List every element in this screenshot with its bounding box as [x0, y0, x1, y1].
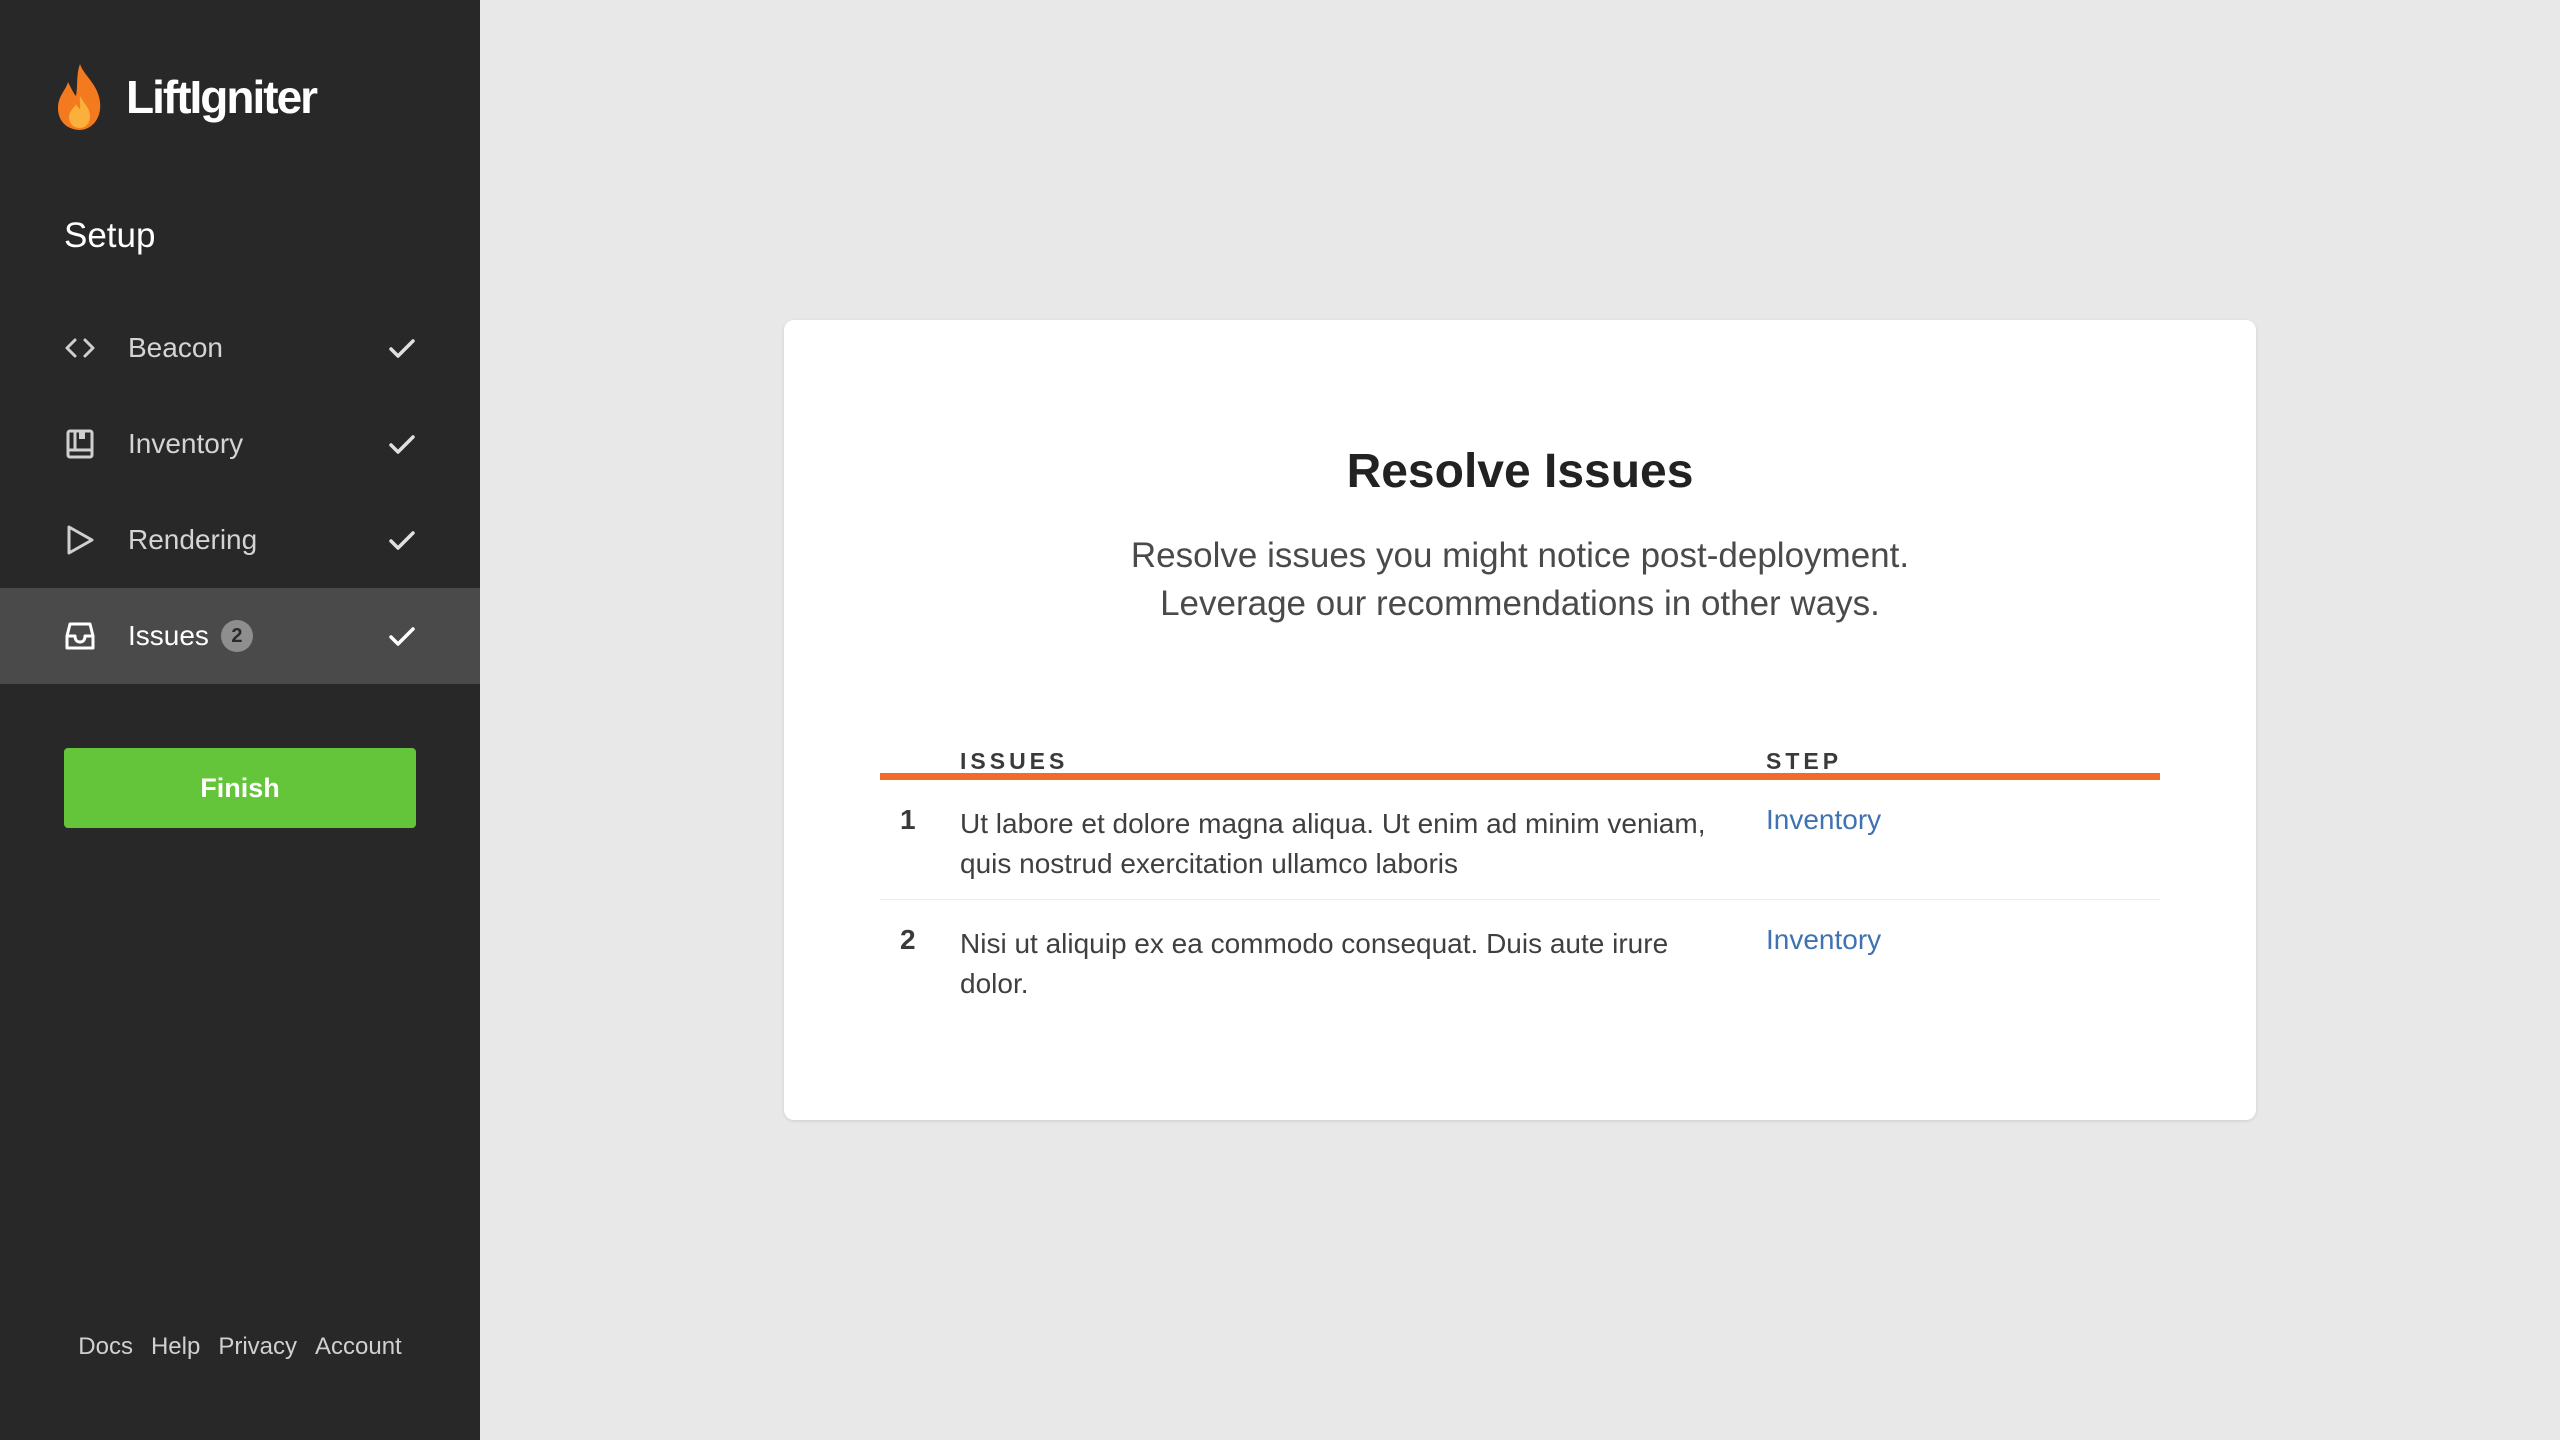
- sidebar-item-label: Rendering: [128, 524, 258, 555]
- inbox-icon: [64, 620, 96, 652]
- sidebar: LiftIgniter Setup Beacon Inventory Rende…: [0, 0, 480, 1440]
- code-icon: [64, 332, 96, 364]
- play-icon: [64, 524, 96, 556]
- checkmark-icon: [389, 531, 415, 550]
- brand-name: LiftIgniter: [126, 71, 318, 123]
- book-icon: [64, 428, 96, 460]
- checkmark-icon: [389, 339, 415, 358]
- checkmark-icon: [389, 435, 415, 454]
- table-row: 1 Ut labore et dolore magna aliqua. Ut e…: [880, 780, 2160, 900]
- footer-link-account[interactable]: Account: [315, 1333, 402, 1361]
- resolve-issues-card: Resolve Issues Resolve issues you might …: [784, 320, 2256, 1120]
- sidebar-item-label: Issues: [128, 620, 209, 651]
- finish-button[interactable]: Finish: [64, 748, 416, 828]
- sidebar-item-rendering[interactable]: Rendering: [0, 492, 480, 588]
- setup-nav: Beacon Inventory Rendering Issues 2: [0, 300, 480, 684]
- subtitle-line-2: Leverage our recommendations in other wa…: [1160, 584, 1880, 623]
- brand-logo[interactable]: LiftIgniter: [54, 62, 318, 132]
- sidebar-item-label: Beacon: [128, 332, 223, 363]
- table-header: ISSUES STEP: [880, 716, 2160, 780]
- footer-link-docs[interactable]: Docs: [78, 1333, 133, 1361]
- sidebar-item-issues[interactable]: Issues 2: [0, 588, 480, 684]
- table-row: 2 Nisi ut aliquip ex ea commodo consequa…: [880, 900, 2160, 1020]
- sidebar-item-label: Inventory: [128, 428, 244, 459]
- page-subtitle: Resolve issues you might notice post-dep…: [784, 532, 2256, 628]
- page-title: Resolve Issues: [1346, 445, 1694, 498]
- footer-link-help[interactable]: Help: [151, 1333, 200, 1361]
- footer-link-privacy[interactable]: Privacy: [218, 1333, 297, 1361]
- footer-links: Docs Help Privacy Account: [0, 1333, 480, 1361]
- step-link-inventory[interactable]: Inventory: [1766, 804, 1881, 836]
- issues-count-badge: 2: [220, 620, 253, 652]
- sidebar-item-beacon[interactable]: Beacon: [0, 300, 480, 396]
- issue-description: Ut labore et dolore magna aliqua. Ut eni…: [960, 808, 1706, 879]
- issue-description: Nisi ut aliquip ex ea commodo consequat.…: [960, 928, 1669, 999]
- checkmark-icon: [389, 627, 415, 646]
- sidebar-item-inventory[interactable]: Inventory: [0, 396, 480, 492]
- column-header-issues: ISSUES: [960, 748, 1069, 774]
- issue-number: 2: [900, 924, 916, 955]
- subtitle-line-1: Resolve issues you might notice post-dep…: [1130, 536, 1910, 575]
- sidebar-section-title: Setup: [64, 216, 156, 255]
- flame-icon: [58, 64, 101, 130]
- column-header-step: STEP: [1766, 748, 1843, 774]
- issue-number: 1: [900, 804, 916, 835]
- issues-table: ISSUES STEP 1 Ut labore et dolore magna …: [880, 716, 2160, 1020]
- step-link-inventory[interactable]: Inventory: [1766, 924, 1881, 956]
